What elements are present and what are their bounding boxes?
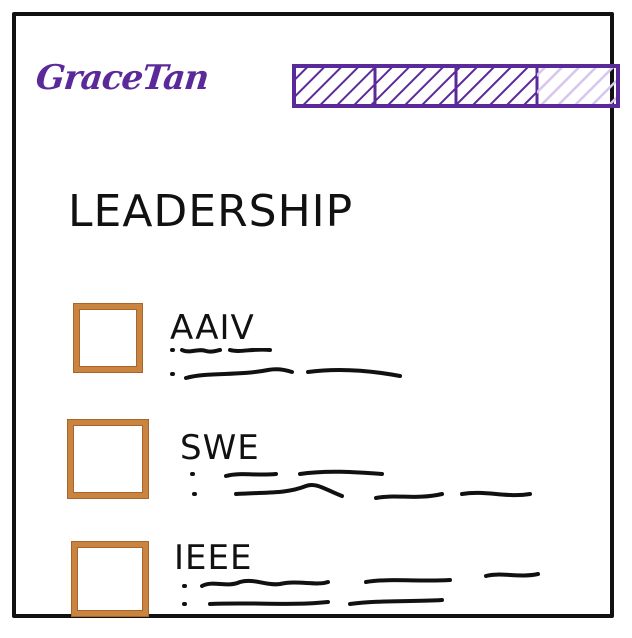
text-placeholder-aaiv [170, 348, 402, 380]
checkbox-ieee[interactable] [72, 542, 148, 616]
item-label-aaiv: AAIV [170, 308, 255, 348]
text-placeholder-swe [190, 469, 532, 500]
list-item-swe: SWE [0, 418, 600, 508]
progress-segment-2 [373, 64, 458, 108]
progress-segment-1 [292, 64, 377, 108]
list-item-aaiv: AAIV [0, 300, 600, 390]
progress-segment-3 [454, 64, 539, 108]
text-placeholder-ieee [182, 572, 540, 606]
list-item-ieee: IEEE [0, 538, 600, 628]
checkbox-swe[interactable] [68, 420, 148, 498]
page-title: LEADERSHIP [68, 186, 354, 237]
progress-bar [292, 64, 620, 108]
checkbox-aaiv[interactable] [74, 304, 142, 372]
logo[interactable]: GraceTan [34, 58, 210, 98]
item-label-swe: SWE [180, 428, 260, 468]
progress-segment-4 [537, 66, 618, 106]
